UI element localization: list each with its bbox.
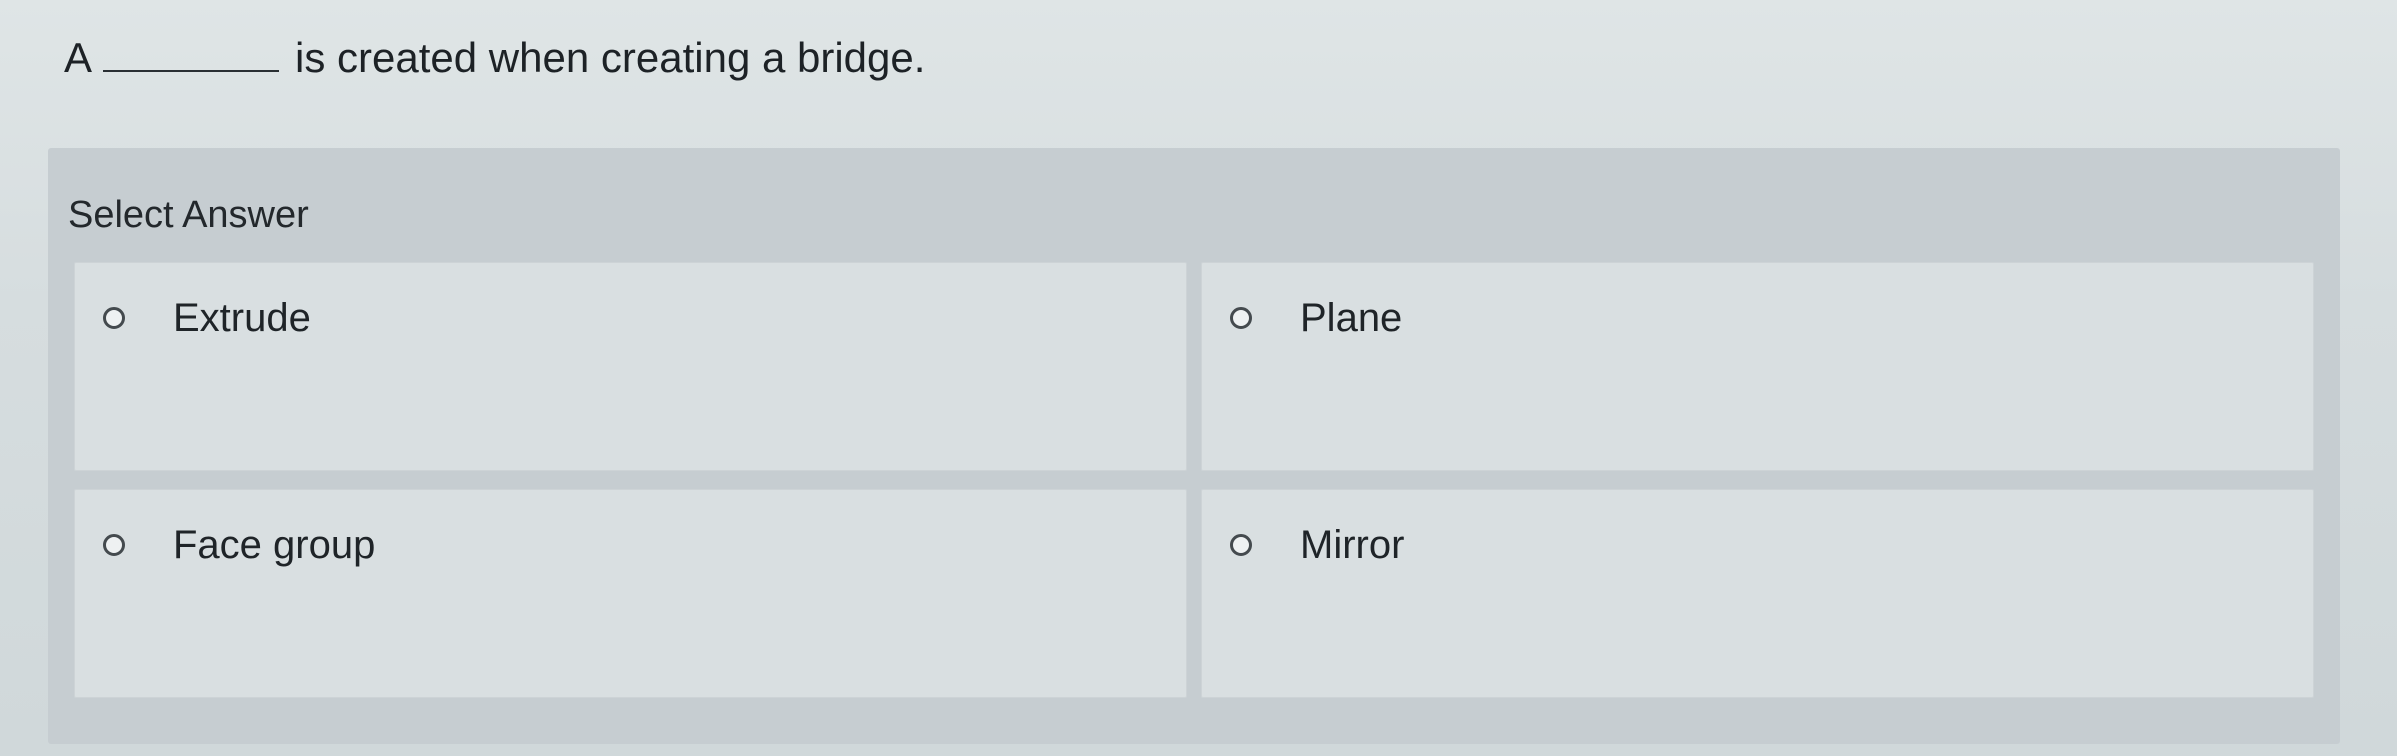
option-mirror[interactable]: Mirror: [1201, 489, 2314, 698]
question-text: A is created when creating a bridge.: [64, 30, 925, 86]
answer-blank: [103, 32, 280, 72]
option-extrude[interactable]: Extrude: [74, 262, 1187, 471]
answer-options: Extrude Plane Face group Mirror: [74, 262, 2314, 698]
question-suffix: is created when creating a bridge.: [295, 34, 926, 81]
answer-panel: Select Answer Extrude Plane Face group M…: [48, 148, 2340, 744]
option-label: Face group: [173, 523, 376, 567]
option-label: Mirror: [1300, 523, 1405, 567]
question-prefix: A: [64, 34, 90, 81]
select-answer-heading: Select Answer: [68, 194, 309, 236]
radio-button-icon[interactable]: [103, 534, 125, 556]
option-label: Extrude: [173, 296, 311, 340]
option-label: Plane: [1300, 296, 1403, 340]
option-face-group[interactable]: Face group: [74, 489, 1187, 698]
radio-button-icon[interactable]: [103, 307, 125, 329]
radio-button-icon[interactable]: [1230, 307, 1252, 329]
radio-button-icon[interactable]: [1230, 534, 1252, 556]
option-plane[interactable]: Plane: [1201, 262, 2314, 471]
